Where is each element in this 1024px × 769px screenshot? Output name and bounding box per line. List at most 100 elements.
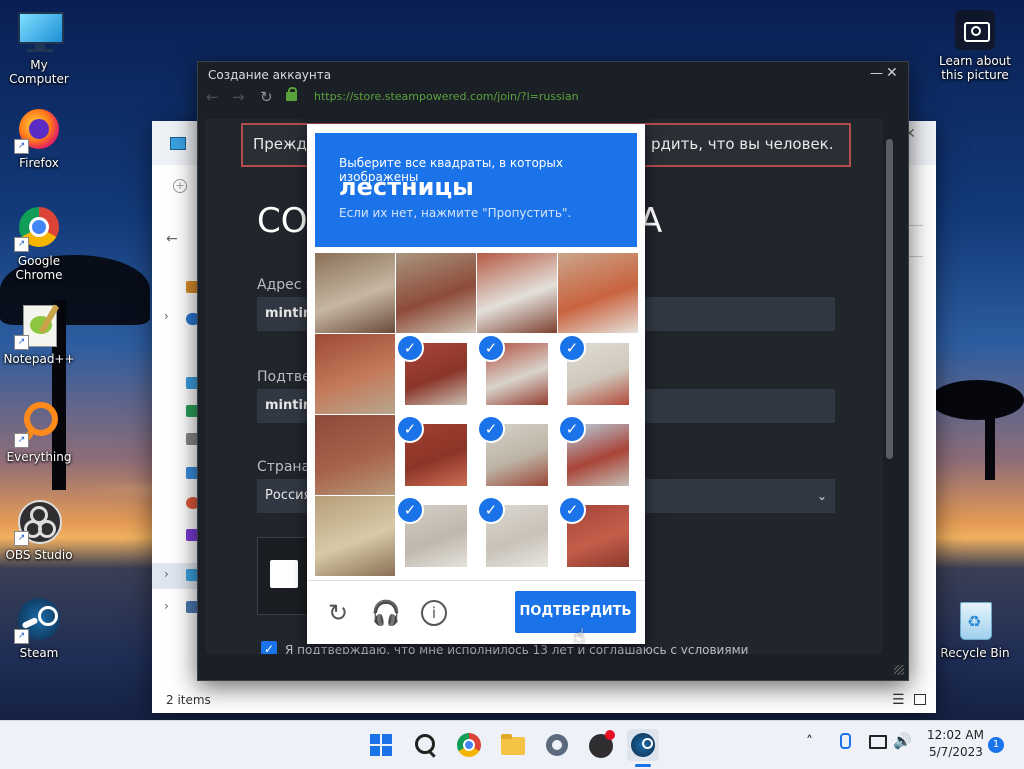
captcha-tile[interactable]: ✓ — [396, 415, 476, 495]
captcha-tile-image — [396, 253, 476, 333]
resize-grip-icon[interactable] — [894, 665, 904, 675]
chevron-down-icon: ⌄ — [817, 489, 828, 503]
selected-check-icon: ✓ — [396, 496, 424, 524]
new-tab-icon[interactable]: + — [173, 179, 187, 193]
captcha-tile[interactable]: ✓ — [477, 496, 557, 576]
captcha-hint: Если их нет, нажмите "Пропустить". — [339, 206, 572, 220]
selected-check-icon: ✓ — [558, 415, 586, 443]
notice-text-right: рдить, что вы человек. — [651, 135, 834, 153]
forward-arrow-icon[interactable]: → — [232, 88, 245, 106]
url-bar: ← → ↻ https://store.steampowered.com/joi… — [198, 86, 908, 112]
captcha-header: Выберите все квадраты, в которых изображ… — [315, 133, 637, 247]
captcha-tile[interactable] — [315, 415, 395, 495]
close-icon[interactable]: ✕ — [886, 65, 898, 81]
desktop-icon-label: Steam — [19, 646, 59, 660]
chevron-up-icon[interactable]: ˄ — [806, 734, 813, 750]
desktop-icon-label: Notepad++ — [3, 352, 75, 366]
volume-icon[interactable]: 🔊 — [893, 732, 912, 750]
captcha-tile-grid: ✓ ✓ ✓ ✓ ✓ ✓ ✓ ✓ ✓ — [315, 253, 638, 576]
learn-about-picture[interactable]: Learn about this picture — [936, 10, 1014, 82]
tiles-view-icon[interactable] — [914, 694, 926, 705]
windows-start-icon[interactable] — [365, 729, 397, 761]
captcha-tile[interactable] — [558, 253, 638, 333]
reload-icon[interactable]: ↻ — [323, 598, 353, 628]
recaptcha-checkbox[interactable] — [270, 560, 298, 588]
desktop-icon-firefox[interactable]: ↗ Firefox — [1, 106, 77, 170]
explorer-status-text: 2 items — [166, 693, 211, 707]
captcha-tile[interactable] — [396, 253, 476, 333]
chevron-right-icon[interactable]: › — [164, 567, 169, 581]
details-view-icon[interactable]: ☰ — [892, 692, 905, 708]
monitor-icon — [16, 8, 64, 54]
search-icon[interactable] — [409, 729, 441, 761]
minimize-icon[interactable]: — — [870, 66, 883, 81]
captcha-tile-image — [315, 415, 395, 495]
captcha-tile-image — [558, 253, 638, 333]
captcha-tile[interactable]: ✓ — [396, 496, 476, 576]
microphone-icon[interactable] — [840, 733, 851, 749]
captcha-tile[interactable] — [477, 253, 557, 333]
captcha-tile[interactable]: ✓ — [396, 334, 476, 414]
chevron-right-icon[interactable]: › — [164, 599, 169, 613]
desktop-icon-label: Firefox — [19, 156, 59, 170]
camera-icon — [955, 10, 995, 50]
recycle-bin-label: Recycle Bin — [940, 646, 1010, 660]
captcha-tile[interactable] — [315, 496, 395, 576]
selected-check-icon: ✓ — [558, 496, 586, 524]
url-text[interactable]: https://store.steampowered.com/join/?l=r… — [314, 86, 579, 110]
email-label: Адрес э — [257, 277, 314, 293]
firefox-icon: ↗ — [14, 106, 62, 154]
captcha-tile[interactable] — [315, 334, 395, 414]
agree-checkbox[interactable]: ✓ — [261, 641, 277, 654]
captcha-tile[interactable]: ✓ — [558, 415, 638, 495]
reload-icon[interactable]: ↻ — [260, 88, 273, 106]
file-explorer-icon[interactable] — [497, 729, 529, 761]
desktop-icon-obs[interactable]: ↗ OBS Studio — [1, 498, 77, 562]
network-icon[interactable] — [869, 735, 887, 749]
back-arrow-icon[interactable]: ← — [206, 88, 219, 106]
chrome-icon[interactable] — [453, 729, 485, 761]
desktop-icon-label: Google Chrome — [15, 254, 63, 282]
desktop-icon-recycle-bin[interactable]: ♻ Recycle Bin — [936, 596, 1014, 660]
hand-cursor-icon: ☝ — [573, 624, 586, 648]
desktop-icon-chrome[interactable]: ↗ Google Chrome — [1, 204, 77, 282]
info-icon[interactable]: i — [419, 598, 449, 628]
notification-badge[interactable]: 1 — [988, 737, 1004, 753]
selected-check-icon: ✓ — [477, 496, 505, 524]
headphones-icon[interactable]: 🎧 — [371, 598, 401, 628]
captcha-tile-image — [315, 334, 395, 414]
explorer-sidebar: › › › — [152, 271, 202, 671]
captcha-tile[interactable]: ✓ — [558, 334, 638, 414]
steam-active-indicator — [635, 764, 651, 767]
desktop-icon-label: OBS Studio — [5, 548, 73, 562]
desktop-icon-my-computer[interactable]: My Computer — [1, 8, 77, 86]
search-magnifier-icon: ↗ — [14, 400, 62, 448]
desktop-icon-notepadpp[interactable]: ↗ Notepad++ — [1, 302, 77, 366]
back-arrow-icon[interactable]: ← — [166, 231, 178, 247]
learn-about-label: Learn about this picture — [939, 54, 1011, 82]
desktop-icon-everything[interactable]: ↗ Everything — [1, 400, 77, 464]
clock-date[interactable]: 5/7/2023 — [929, 745, 983, 759]
selected-check-icon: ✓ — [396, 415, 424, 443]
page-heading-left: СО — [257, 201, 308, 241]
selected-check-icon: ✓ — [396, 334, 424, 362]
chevron-right-icon[interactable]: › — [164, 309, 169, 323]
settings-gear-icon[interactable] — [541, 729, 573, 761]
obs-icon: ↗ — [14, 498, 62, 546]
country-value: Россия — [265, 488, 312, 503]
captcha-tile-image — [477, 253, 557, 333]
captcha-tile-image — [315, 253, 395, 333]
captcha-tile[interactable] — [315, 253, 395, 333]
captcha-tile[interactable]: ✓ — [477, 334, 557, 414]
obs-icon[interactable] — [585, 729, 617, 761]
steam-icon: ↗ — [14, 596, 62, 644]
captcha-tile[interactable]: ✓ — [477, 415, 557, 495]
steam-icon[interactable] — [627, 729, 659, 761]
selected-check-icon: ✓ — [558, 334, 586, 362]
desktop-icon-steam[interactable]: ↗ Steam — [1, 596, 77, 660]
footer-divider — [307, 580, 645, 581]
captcha-tile[interactable]: ✓ — [558, 496, 638, 576]
scrollbar-track[interactable] — [883, 119, 896, 654]
scrollbar-thumb[interactable] — [886, 139, 893, 459]
clock-time[interactable]: 12:02 AM — [927, 728, 984, 742]
